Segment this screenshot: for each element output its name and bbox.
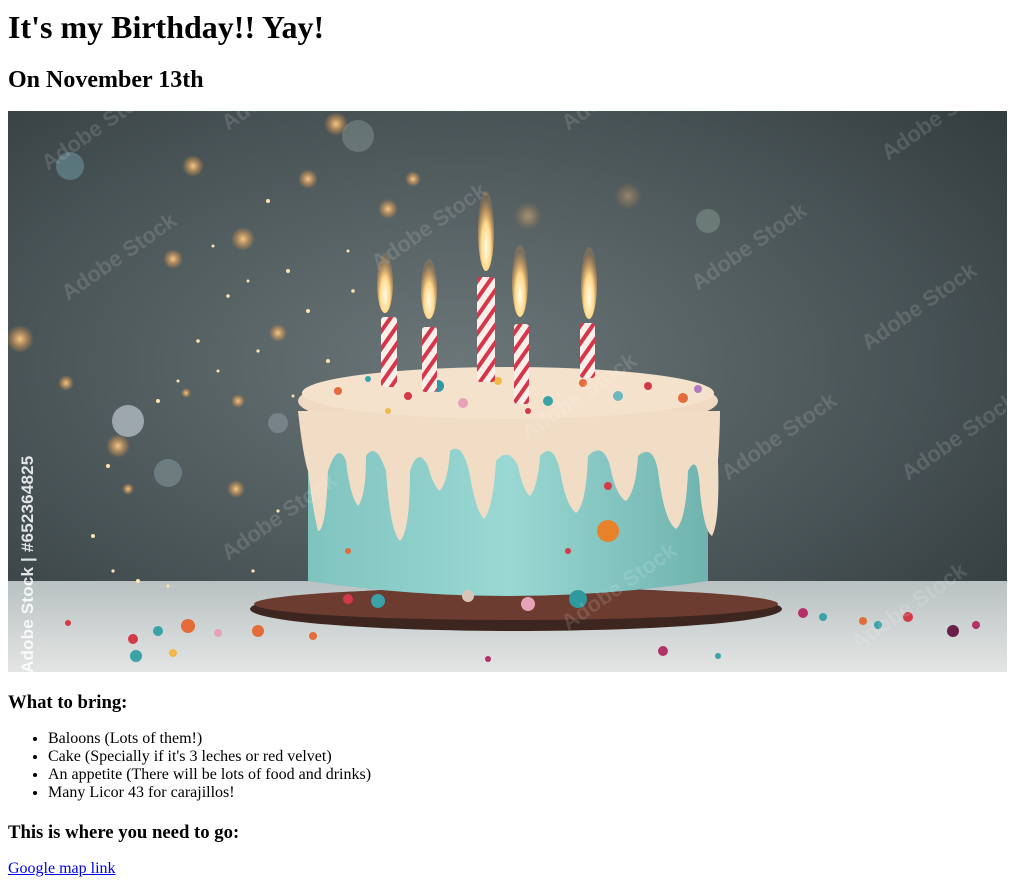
page-content: It's my Birthday!! Yay! On November 13th xyxy=(8,0,1023,878)
list-item: Cake (Specially if it's 3 leches or red … xyxy=(48,748,1023,766)
stock-id-watermark: Adobe Stock | #652364825 xyxy=(18,455,37,672)
page-title: It's my Birthday!! Yay! xyxy=(8,9,325,45)
cake-illustration: Adobe Stock Adobe Stock Adobe Stock Adob… xyxy=(8,111,1007,672)
list-item: Baloons (Lots of them!) xyxy=(48,730,1023,748)
bring-list: Baloons (Lots of them!) Cake (Specially … xyxy=(8,730,1023,802)
list-item: Many Licor 43 for carajillos! xyxy=(48,784,1023,802)
page-subtitle: On November 13th xyxy=(8,67,204,93)
bring-heading: What to bring: xyxy=(8,692,128,713)
birthday-cake-image: Adobe Stock Adobe Stock Adobe Stock Adob… xyxy=(8,111,1007,672)
list-item: An appetite (There will be lots of food … xyxy=(48,766,1023,784)
location-heading: This is where you need to go: xyxy=(8,822,240,843)
google-map-link[interactable]: Google map link xyxy=(8,860,116,878)
